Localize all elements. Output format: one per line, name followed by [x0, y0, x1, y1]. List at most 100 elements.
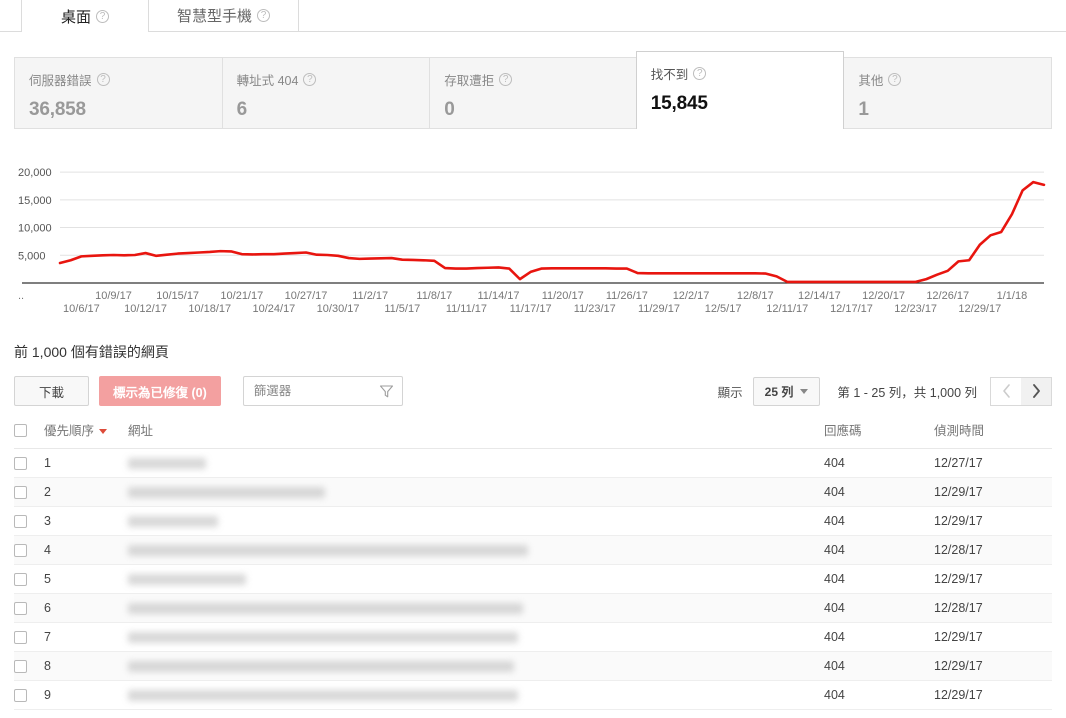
tab-desktop-label: 桌面 [60, 8, 91, 26]
rows-per-page-select[interactable]: 25 列 [752, 376, 821, 406]
select-all-checkbox[interactable] [14, 423, 27, 437]
card-value: 6 [236, 99, 248, 120]
next-page-button[interactable] [1021, 376, 1052, 406]
row-response-code: 404 [824, 651, 934, 681]
row-checkbox[interactable] [14, 486, 27, 500]
x-axis-tick-label: 10/18/17 [188, 303, 231, 315]
row-checkbox[interactable] [14, 660, 27, 674]
table-row[interactable]: 2 404 12/29/17 [14, 477, 1052, 507]
table-row[interactable]: 6 404 12/28/17 [14, 593, 1052, 623]
row-detected-time: 12/29/17 [934, 622, 1052, 652]
card-soft-404[interactable]: 轉址式 404 ? 6 [221, 57, 430, 129]
row-select-cell [14, 448, 44, 478]
tab-desktop[interactable]: 桌面 ? [21, 0, 149, 32]
x-axis-tick-label: 10/24/17 [252, 303, 295, 315]
card-value: 1 [858, 99, 869, 120]
help-icon[interactable]: ? [693, 67, 707, 80]
row-checkbox[interactable] [14, 689, 27, 703]
column-header-priority[interactable]: 優先順序 [44, 420, 128, 449]
row-priority: 5 [44, 564, 128, 594]
table-row[interactable]: 5 404 12/29/17 [14, 564, 1052, 594]
table-body: 1 404 12/27/17 2 404 12/29/17 3 404 12/29/17 4 404… [14, 448, 1052, 710]
row-url[interactable] [128, 448, 824, 478]
row-checkbox[interactable] [14, 602, 27, 616]
help-icon[interactable]: ? [257, 9, 271, 22]
table-row[interactable]: 8 404 12/29/17 [14, 651, 1052, 681]
funnel-icon[interactable] [379, 384, 394, 404]
help-icon[interactable]: ? [303, 73, 317, 86]
column-header-response-code-label: 回應碼 [824, 424, 862, 438]
column-header-response-code[interactable]: 回應碼 [824, 420, 934, 449]
redacted-url [128, 602, 523, 614]
redacted-url [128, 631, 518, 643]
redacted-url [128, 457, 206, 469]
help-icon[interactable]: ? [888, 73, 902, 86]
card-other[interactable]: 其他 ? 1 [843, 57, 1052, 129]
x-axis-tick-label: 1/1/18 [997, 290, 1028, 302]
row-response-code: 404 [824, 680, 934, 710]
show-label: 顯示 [717, 385, 743, 400]
row-checkbox[interactable] [14, 457, 27, 471]
card-label: 存取遭拒 [444, 74, 495, 88]
row-url[interactable] [128, 477, 824, 507]
card-value: 0 [444, 99, 455, 120]
table-toolbar: 下載 標示為已修復 (0) 顯示 25 列 第 1 - 25 列，共 1,000… [14, 376, 1052, 406]
row-detected-time: 12/28/17 [934, 593, 1052, 623]
table-row[interactable]: 3 404 12/29/17 [14, 506, 1052, 536]
table-row[interactable]: 1 404 12/27/17 [14, 448, 1052, 478]
card-access-denied[interactable]: 存取遭拒 ? 0 [429, 57, 637, 129]
tab-smartphone[interactable]: 智慧型手機 ? [149, 0, 300, 32]
redacted-url [128, 544, 528, 556]
column-header-url[interactable]: 網址 [128, 420, 824, 449]
row-checkbox[interactable] [14, 544, 27, 558]
table-header-row: 優先順序 網址 回應碼 偵測時間 [14, 420, 1052, 449]
row-checkbox[interactable] [14, 631, 27, 645]
row-url[interactable] [128, 564, 824, 594]
row-detected-time: 12/29/17 [934, 651, 1052, 681]
row-response-code: 404 [824, 564, 934, 594]
column-header-detected-time[interactable]: 偵測時間 [934, 420, 1052, 449]
x-axis-prefix: .. [18, 290, 24, 302]
card-label-wrap: 其他 ? [858, 70, 1037, 89]
row-url[interactable] [128, 680, 824, 710]
row-checkbox[interactable] [14, 573, 27, 587]
filter-input[interactable] [251, 383, 372, 399]
table-row[interactable]: 7 404 12/29/17 [14, 622, 1052, 652]
x-axis-tick-label: 12/14/17 [798, 290, 841, 302]
card-label-wrap: 存取遭拒 ? [444, 70, 623, 89]
previous-page-button[interactable] [990, 376, 1021, 406]
x-axis-tick-label: 10/27/17 [285, 290, 328, 302]
x-axis-tick-label: 12/11/17 [766, 303, 808, 315]
card-server-error[interactable]: 伺服器錯誤 ? 36,858 [14, 57, 222, 129]
row-detected-time: 12/29/17 [934, 506, 1052, 536]
card-not-found[interactable]: 找不到 ? 15,845 [635, 51, 845, 129]
row-url[interactable] [128, 622, 824, 652]
x-axis-tick-label: 11/20/17 [542, 290, 584, 302]
help-icon[interactable]: ? [96, 73, 110, 86]
row-priority: 2 [44, 477, 128, 507]
card-label: 轉址式 404 [236, 74, 299, 88]
row-url[interactable] [128, 506, 824, 536]
filter-box[interactable] [242, 376, 403, 406]
row-select-cell [14, 593, 44, 623]
card-label-wrap: 找不到 ? [651, 64, 830, 83]
x-axis-tick-label: 11/5/17 [384, 303, 420, 315]
row-url[interactable] [128, 651, 824, 681]
row-detected-time: 12/29/17 [934, 477, 1052, 507]
card-label-wrap: 轉址式 404 ? [237, 70, 416, 89]
x-axis-tick-label: 11/26/17 [606, 290, 648, 302]
row-select-cell [14, 622, 44, 652]
row-priority: 1 [44, 448, 128, 478]
x-axis-tick-label: 12/17/17 [830, 303, 873, 315]
download-button[interactable]: 下載 [14, 376, 90, 406]
table-row[interactable]: 9 404 12/29/17 [14, 680, 1052, 710]
pagination: 顯示 25 列 第 1 - 25 列，共 1,000 列 [717, 376, 1052, 406]
help-icon[interactable]: ? [96, 9, 109, 23]
row-url[interactable] [128, 535, 824, 565]
help-icon[interactable]: ? [499, 73, 513, 86]
mark-as-fixed-button[interactable]: 標示為已修復 (0) [99, 376, 221, 406]
row-url[interactable] [128, 593, 824, 623]
row-checkbox[interactable] [14, 515, 27, 529]
table-row[interactable]: 4 404 12/28/17 [14, 535, 1052, 565]
redacted-url [128, 515, 218, 527]
